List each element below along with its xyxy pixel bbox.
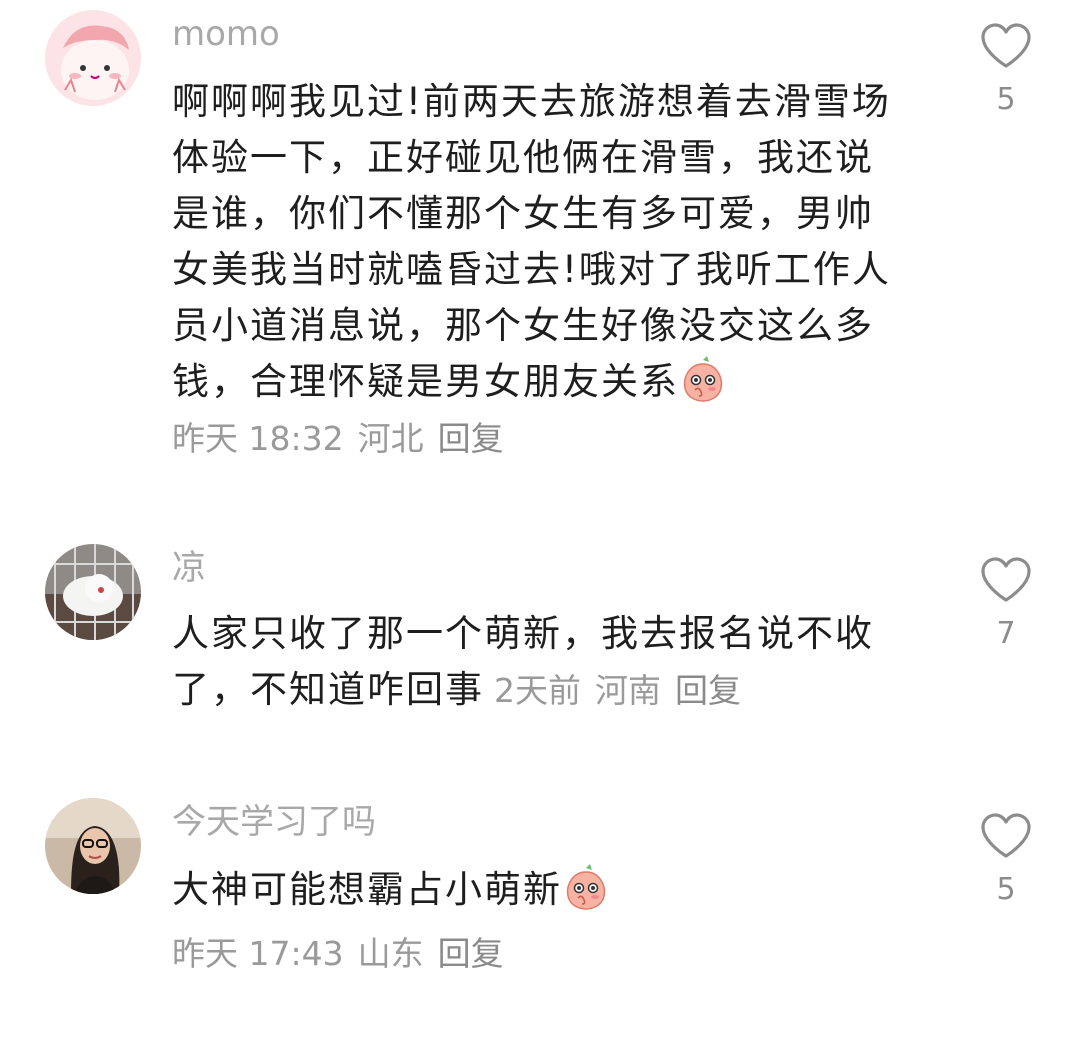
comment-time: 2天前 bbox=[494, 671, 581, 710]
comment-time: 昨天 18:32 bbox=[172, 419, 344, 458]
comment-text: 大神可能想霸占小萌新 bbox=[172, 868, 562, 911]
heart-outline-icon bbox=[981, 23, 1031, 68]
like-count: 5 bbox=[996, 872, 1016, 907]
comment-meta: 2天前 河南 回复 bbox=[494, 671, 755, 710]
like-button[interactable]: 5 bbox=[975, 812, 1037, 907]
like-button[interactable]: 7 bbox=[975, 556, 1037, 651]
reply-button[interactable]: 回复 bbox=[438, 934, 504, 973]
avatar[interactable] bbox=[45, 10, 141, 106]
comment-location: 河南 bbox=[595, 671, 661, 710]
reply-button[interactable]: 回复 bbox=[438, 419, 504, 458]
comment-text-block: 大神可能想霸占小萌新 bbox=[172, 862, 902, 918]
comment-location: 河北 bbox=[357, 419, 424, 458]
heart-outline-icon bbox=[981, 813, 1031, 858]
reply-button[interactable]: 回复 bbox=[675, 671, 741, 710]
heart-outline-icon bbox=[981, 557, 1031, 602]
comment-meta: 昨天 17:43 山东 回复 bbox=[172, 926, 902, 982]
like-button[interactable]: 5 bbox=[975, 22, 1037, 117]
comment-meta: 昨天 18:32 河北 回复 bbox=[172, 419, 518, 458]
comment-time: 昨天 17:43 bbox=[172, 934, 344, 973]
avatar[interactable] bbox=[45, 798, 141, 894]
avatar[interactable] bbox=[45, 544, 141, 640]
comment-text-block: 啊啊啊我见过!前两天去旅游想着去滑雪场体验一下，正好碰见他俩在滑雪，我还说是谁，… bbox=[172, 74, 902, 467]
comment-text: 啊啊啊我见过!前两天去旅游想着去滑雪场体验一下，正好碰见他俩在滑雪，我还说是谁，… bbox=[172, 80, 891, 403]
like-count: 7 bbox=[996, 616, 1016, 651]
peach-blush-emoji-icon bbox=[681, 356, 725, 402]
username[interactable]: momo bbox=[172, 14, 280, 54]
peach-blush-emoji-icon bbox=[564, 864, 608, 910]
username[interactable]: 凉 bbox=[172, 548, 206, 588]
username[interactable]: 今天学习了吗 bbox=[172, 802, 376, 842]
comment-text-block: 人家只收了那一个萌新，我去报名说不收了，不知道咋回事 2天前 河南 回复 bbox=[172, 606, 902, 719]
like-count: 5 bbox=[996, 82, 1016, 117]
comment-location: 山东 bbox=[357, 934, 424, 973]
